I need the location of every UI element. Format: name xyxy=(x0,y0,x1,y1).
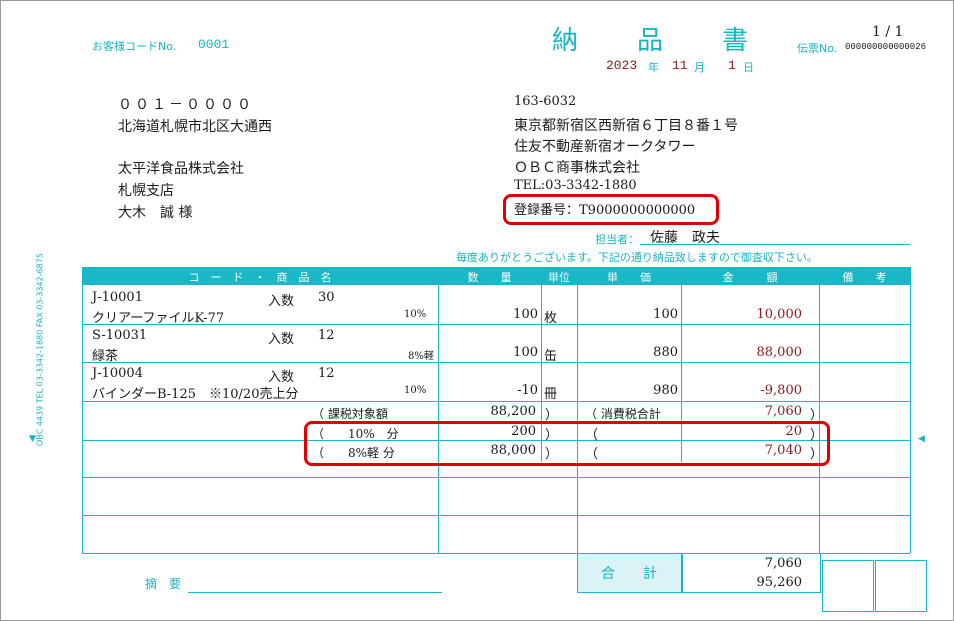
slip-no-label: 伝票No. xyxy=(797,42,838,55)
item-unit: 冊 xyxy=(544,387,558,402)
item-code: J-10001 xyxy=(92,290,143,305)
customer-code: 0001 xyxy=(198,37,230,52)
date-month: 11 xyxy=(672,58,688,73)
slip-no: 000000000000026 xyxy=(845,42,927,52)
item-qty-in: 30 xyxy=(318,290,335,305)
recipient-zip: ００１－００００ xyxy=(118,97,254,113)
item-code: S-10031 xyxy=(92,328,148,343)
item-price: 880 xyxy=(653,345,678,360)
greeting: 毎度ありがとうございます。下記の通り納品致しますので御査収下さい。 xyxy=(456,251,818,264)
item-name: バインダーB-125 ※10/20売上分 xyxy=(92,387,299,402)
title-char-2: 品 xyxy=(637,26,664,56)
taxable-value: 88,200 xyxy=(490,404,537,419)
header-note: 備 考 xyxy=(842,271,887,284)
staff-underline xyxy=(640,244,910,245)
stamp-box-2 xyxy=(875,560,927,612)
left-marker-icon: ▼ xyxy=(29,434,36,444)
stamp-box-1 xyxy=(822,560,874,612)
tax-total-value: 7,060 xyxy=(764,404,802,419)
item-qty-in-label: 入数 xyxy=(268,332,295,347)
header-amount: 金 額 xyxy=(722,271,778,284)
header-price: 単 価 xyxy=(607,271,651,284)
header-qty: 数 量 xyxy=(467,271,512,284)
item-qty-in: 12 xyxy=(318,328,335,343)
sender-company: ＯＢＣ商事株式会社 xyxy=(514,160,640,176)
item-price: 100 xyxy=(653,307,678,322)
grand-total: 95,260 xyxy=(756,575,803,590)
recipient-address: 北海道札幌市北区大通西 xyxy=(118,119,272,135)
staff-label: 担当者： xyxy=(595,233,639,246)
header-unit: 単位 xyxy=(548,271,570,284)
sender-tel: TEL:03-3342-1880 xyxy=(514,178,637,193)
item-qty: 100 xyxy=(513,345,538,360)
recipient-person: 大木 誠 様 xyxy=(118,205,193,221)
tax-breakdown-highlight xyxy=(304,421,830,466)
item-price: 980 xyxy=(653,383,678,398)
page-number: 1 / 1 xyxy=(872,24,904,40)
total-tax: 7,060 xyxy=(764,556,802,571)
recipient-company: 太平洋食品株式会社 xyxy=(118,161,244,177)
item-tax: 8%軽 xyxy=(408,351,434,362)
item-name: 緑茶 xyxy=(92,349,119,364)
memo-label: 摘 要 xyxy=(145,577,182,591)
item-tax: 10% xyxy=(404,309,427,320)
taxable-label: （ 課税対象額 xyxy=(312,407,388,421)
right-marker-icon: ◀ xyxy=(918,434,925,444)
side-vertical-text: OBC 4439 TEL 03-3342-1880 FAX 03-3342-68… xyxy=(35,253,45,446)
item-amount: 10,000 xyxy=(756,307,803,322)
date-day-unit: 日 xyxy=(743,61,754,74)
date-year: 2023 xyxy=(606,58,638,73)
tax-total-label: （ 消費税合計 xyxy=(585,407,661,421)
sender-zip: 163-6032 xyxy=(514,94,577,109)
item-name: クリアーファイルK-77 xyxy=(92,311,225,326)
registration-highlight xyxy=(503,194,719,225)
title-char-3: 書 xyxy=(722,26,749,56)
item-qty-in: 12 xyxy=(318,366,335,381)
total-label: 合 計 xyxy=(601,566,657,582)
customer-code-label: お客様コードNo. xyxy=(92,40,177,53)
recipient-branch: 札幌支店 xyxy=(118,183,174,199)
item-unit: 缶 xyxy=(544,349,558,364)
item-amount: 88,000 xyxy=(756,345,803,360)
item-amount: -9,800 xyxy=(760,383,802,398)
date-day: 1 xyxy=(728,58,736,73)
header-code-name: コ ー ド ・ 商 品 名 xyxy=(188,271,332,284)
item-qty-in-label: 入数 xyxy=(268,294,295,309)
item-unit: 枚 xyxy=(544,311,558,326)
item-code: J-10004 xyxy=(92,366,143,381)
item-tax: 10% xyxy=(404,385,427,396)
sender-address2: 住友不動産新宿オークタワー xyxy=(514,139,696,155)
date-year-unit: 年 xyxy=(648,61,659,74)
sender-address1: 東京都新宿区西新宿６丁目８番１号 xyxy=(514,118,738,134)
date-month-unit: 月 xyxy=(694,61,705,74)
item-qty: 100 xyxy=(513,307,538,322)
item-qty: -10 xyxy=(517,383,538,398)
memo-underline xyxy=(188,592,442,593)
title-char-1: 納 xyxy=(552,26,579,56)
